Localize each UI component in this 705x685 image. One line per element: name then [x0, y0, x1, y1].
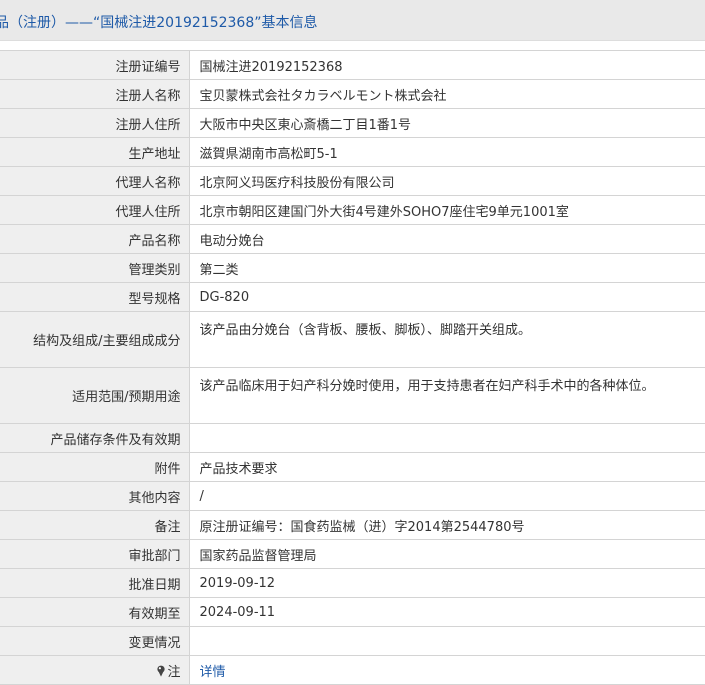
table-row: 批准日期 2019-09-12 [0, 568, 705, 598]
table-row: 生产地址 滋賀県湖南市高松町5-1 [0, 137, 705, 167]
other-content-value: / [189, 481, 705, 511]
row-label: 产品名称 [0, 224, 190, 254]
valid-until-value: 2024-09-11 [189, 597, 705, 627]
note-label-cell: 注 [0, 655, 190, 685]
row-label: 其他内容 [0, 481, 190, 511]
product-name-value: 电动分娩台 [189, 224, 705, 254]
row-label: 有效期至 [0, 597, 190, 627]
table-row: 代理人名称 北京阿义玛医疗科技股份有限公司 [0, 166, 705, 196]
row-label: 型号规格 [0, 282, 190, 312]
header-gap [0, 41, 705, 50]
table-row: 注册人住所 大阪市中央区東心斎橋二丁目1番1号 [0, 108, 705, 138]
table-row: 有效期至 2024-09-11 [0, 597, 705, 627]
table-row: 管理类别 第二类 [0, 253, 705, 283]
row-label: 注册证编号 [0, 50, 190, 80]
table-row: 注册人名称 宝贝蒙株式会社タカラベルモント株式会社 [0, 79, 705, 109]
table-row: 型号规格 DG-820 [0, 282, 705, 312]
row-label: 代理人住所 [0, 195, 190, 225]
model-spec-value: DG-820 [189, 282, 705, 312]
table-row: 备注 原注册证编号：国食药监械（进）字2014第2544780号 [0, 510, 705, 540]
details-link[interactable]: 详情 [200, 665, 226, 680]
table-row: 附件 产品技术要求 [0, 452, 705, 482]
registrant-address-value: 大阪市中央区東心斎橋二丁目1番1号 [189, 108, 705, 138]
table-row: 审批部门 国家药品监督管理局 [0, 539, 705, 569]
agent-address-value: 北京市朝阳区建国门外大街4号建外SOHO7座住宅9单元1001室 [189, 195, 705, 225]
row-label: 备注 [0, 510, 190, 540]
approval-department-value: 国家药品监督管理局 [189, 539, 705, 569]
intended-use-value: 该产品临床用于妇产科分娩时使用，用于支持患者在妇产科手术中的各种体位。 [189, 367, 705, 424]
management-category-value: 第二类 [189, 253, 705, 283]
row-label: 附件 [0, 452, 190, 482]
table-row: 变更情况 [0, 626, 705, 656]
row-label: 变更情况 [0, 626, 190, 656]
row-label: 注册人住所 [0, 108, 190, 138]
table-row: 产品储存条件及有效期 [0, 423, 705, 453]
registration-number-value: 国械注进20192152368 [189, 50, 705, 80]
storage-validity-value [189, 423, 705, 453]
page-title: 品（注册）——“国械注进20192152368”基本信息 [0, 15, 318, 31]
row-label: 结构及组成/主要组成成分 [0, 311, 190, 368]
pin-icon [156, 665, 166, 677]
note-label: 注 [167, 664, 181, 680]
structure-composition-value: 该产品由分娩台（含背板、腰板、脚板）、脚踏开关组成。 [189, 311, 705, 368]
row-label: 注册人名称 [0, 79, 190, 109]
note-value-cell: 详情 [189, 655, 705, 685]
agent-name-value: 北京阿义玛医疗科技股份有限公司 [189, 166, 705, 196]
table-row: 结构及组成/主要组成成分 该产品由分娩台（含背板、腰板、脚板）、脚踏开关组成。 [0, 311, 705, 368]
row-label: 代理人名称 [0, 166, 190, 196]
production-address-value: 滋賀県湖南市高松町5-1 [189, 137, 705, 167]
table-row: 注 详情 [0, 655, 705, 685]
registrant-name-value: 宝贝蒙株式会社タカラベルモント株式会社 [189, 79, 705, 109]
approval-date-value: 2019-09-12 [189, 568, 705, 598]
table-row: 适用范围/预期用途 该产品临床用于妇产科分娩时使用，用于支持患者在妇产科手术中的… [0, 367, 705, 424]
table-row: 代理人住所 北京市朝阳区建国门外大街4号建外SOHO7座住宅9单元1001室 [0, 195, 705, 225]
table-row: 产品名称 电动分娩台 [0, 224, 705, 254]
registration-info-table: 注册证编号 国械注进20192152368 注册人名称 宝贝蒙株式会社タカラベル… [0, 50, 705, 685]
attachment-value: 产品技术要求 [189, 452, 705, 482]
row-label: 产品储存条件及有效期 [0, 423, 190, 453]
table-row: 注册证编号 国械注进20192152368 [0, 50, 705, 80]
row-label: 管理类别 [0, 253, 190, 283]
remarks-value: 原注册证编号：国食药监械（进）字2014第2544780号 [189, 510, 705, 540]
row-label: 生产地址 [0, 137, 190, 167]
table-row: 其他内容 / [0, 481, 705, 511]
row-label: 批准日期 [0, 568, 190, 598]
change-status-value [189, 626, 705, 656]
row-label: 适用范围/预期用途 [0, 367, 190, 424]
row-label: 审批部门 [0, 539, 190, 569]
page-header: 品（注册）——“国械注进20192152368”基本信息 [0, 0, 705, 41]
